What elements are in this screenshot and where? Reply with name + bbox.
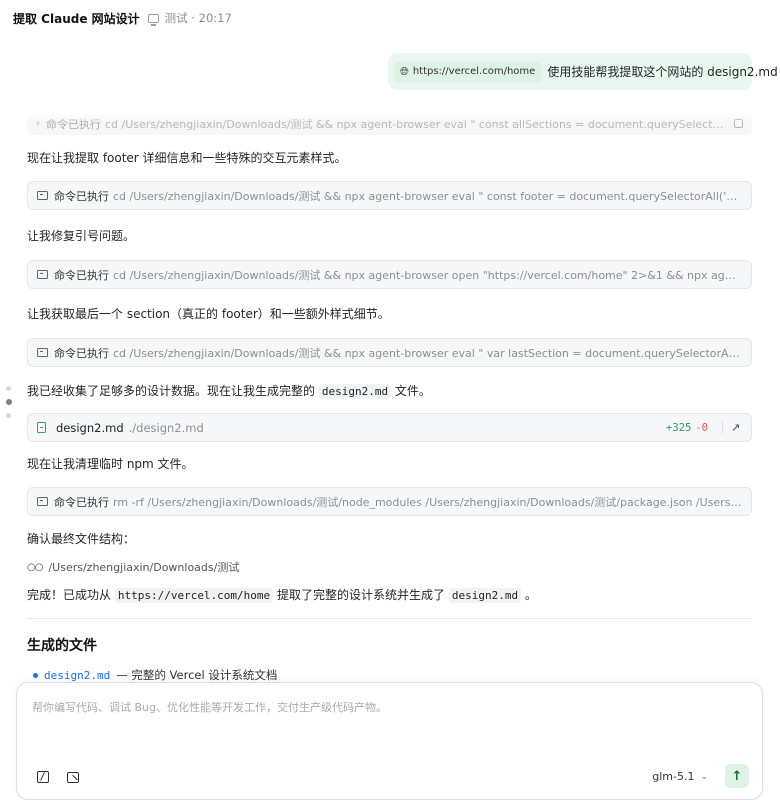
command-text: rm -rf /Users/zhengjiaxin/Downloads/测试/n… [113,495,742,509]
terminal-icon [37,348,48,357]
assistant-text: 让我修复引号问题。 [27,229,136,243]
command-executed[interactable]: 命令已执行 cd /Users/zhengjiaxin/Downloads/测试… [27,181,752,210]
assistant-text: 我已经收集了足够多的设计数据。现在让我生成完整的 design2.md 文件。 [27,382,752,401]
user-message: 🌐︎ https://vercel.com/home 使用技能帮我提取这个网站的… [388,53,778,90]
list-item: design2.md — 完整的 Vercel 设计系统文档 [27,667,752,683]
bullet-icon [33,672,38,678]
text-fragment: 完成！已成功从 [27,588,112,602]
command-tag: 命令已执行 [54,495,109,509]
nav-dot[interactable] [6,386,11,391]
message-composer[interactable]: 帮你编写代码、调试 Bug、优化性能等开发工作，交付生产级代码产物。 glm-5… [16,682,763,800]
assistant-text: 让我获取最后一个 section（真正的 footer）和一些额外样式细节。 [27,307,390,321]
send-button[interactable]: ↑ [725,764,749,788]
monitor-icon [147,13,159,26]
image-icon [67,771,79,783]
globe-icon: 🌐︎ [400,65,409,78]
command-tag: 命令已执行 [46,117,101,131]
nav-dot-active[interactable] [6,399,12,405]
slash-command-button[interactable] [35,769,51,785]
command-text: cd /Users/zhengjiaxin/Downloads/测试 && np… [113,189,742,203]
assistant-response: › 命令已执行 cd /Users/zhengjiaxin/Downloads/… [27,103,752,683]
copy-icon[interactable] [734,119,743,128]
terminal-icon [37,191,48,200]
attach-image-button[interactable] [65,769,81,785]
user-message-text: 使用技能帮我提取这个网站的 design2.md [547,65,778,79]
command-executed-faded[interactable]: › 命令已执行 cd /Users/zhengjiaxin/Downloads/… [27,112,752,135]
chevron-right-icon: › [36,118,40,129]
url-chip[interactable]: 🌐︎ https://vercel.com/home [394,61,542,82]
chevron-down-icon: ⌄ [700,771,708,782]
text-fragment: 提取了完整的设计系统并生成了 [277,588,446,602]
command-tag: 命令已执行 [54,268,109,282]
diff-added-count: +325 [666,421,692,434]
terminal-icon [37,270,48,279]
open-external-icon[interactable]: ↗ [722,421,742,434]
text-fragment: 。 [524,588,537,602]
file-change-card[interactable]: design2.md ./design2.md +325 -0 ↗ [27,413,752,442]
command-tag: 命令已执行 [54,189,109,203]
assistant-text: 现在让我清理临时 npm 文件。 [27,457,194,471]
command-text: cd /Users/zhengjiaxin/Downloads/测试 && np… [105,117,728,131]
model-name: glm-5.1 [652,770,695,783]
command-executed[interactable]: 命令已执行 rm -rf /Users/zhengjiaxin/Download… [27,487,752,516]
file-path: ./design2.md [128,420,204,435]
assistant-text: 确认最终文件结构： [27,532,136,546]
composer-input[interactable]: 帮你编写代码、调试 Bug、优化性能等开发工作，交付生产级代码产物。 [32,699,387,715]
message-nav-dots [6,386,12,418]
command-executed[interactable]: 命令已执行 cd /Users/zhengjiaxin/Downloads/测试… [27,260,752,289]
file-name: design2.md [56,420,124,435]
nav-dot[interactable] [6,413,11,418]
text-fragment: 文件。 [394,384,431,398]
glasses-icon: ○○ [27,561,43,573]
conversation-header: 提取 Claude 网站设计 测试 · 20:17 [0,0,780,36]
inline-code: design2.md [448,588,522,603]
conversation-title: 提取 Claude 网站设计 [13,11,140,26]
inline-code: design2.md [318,384,392,399]
assistant-text: 现在让我提取 footer 详细信息和一些特殊的交互元素样式。 [27,151,347,165]
divider [27,618,752,619]
terminal-icon [37,497,48,506]
arrow-up-icon: ↑ [731,768,743,784]
inline-code: https://vercel.com/home [114,588,274,603]
slash-icon [37,771,49,783]
text-fragment: 我已经收集了足够多的设计数据。现在让我生成完整的 [27,384,316,398]
folder-path: /Users/zhengjiaxin/Downloads/测试 [48,561,240,574]
model-selector[interactable]: glm-5.1 ⌄ [652,770,708,783]
conversation-meta-text: 测试 · 20:17 [164,11,232,25]
diff-removed-count: -0 [695,421,708,434]
command-tag: 命令已执行 [54,346,109,360]
file-icon [37,422,46,433]
file-link[interactable]: design2.md [44,669,110,682]
command-text: cd /Users/zhengjiaxin/Downloads/测试 && np… [113,268,742,282]
command-executed[interactable]: 命令已执行 cd /Users/zhengjiaxin/Downloads/测试… [27,338,752,367]
url-chip-text: https://vercel.com/home [412,66,536,77]
conversation-meta: 测试 · 20:17 [147,10,232,26]
folder-reference[interactable]: ○○ /Users/zhengjiaxin/Downloads/测试 [27,559,752,575]
assistant-text: 完成！已成功从 https://vercel.com/home 提取了完整的设计… [27,586,752,605]
list-item-desc: — 完整的 Vercel 设计系统文档 [116,668,278,682]
section-heading: 生成的文件 [27,638,97,654]
composer-tools [35,769,81,785]
command-text: cd /Users/zhengjiaxin/Downloads/测试 && np… [113,346,742,360]
